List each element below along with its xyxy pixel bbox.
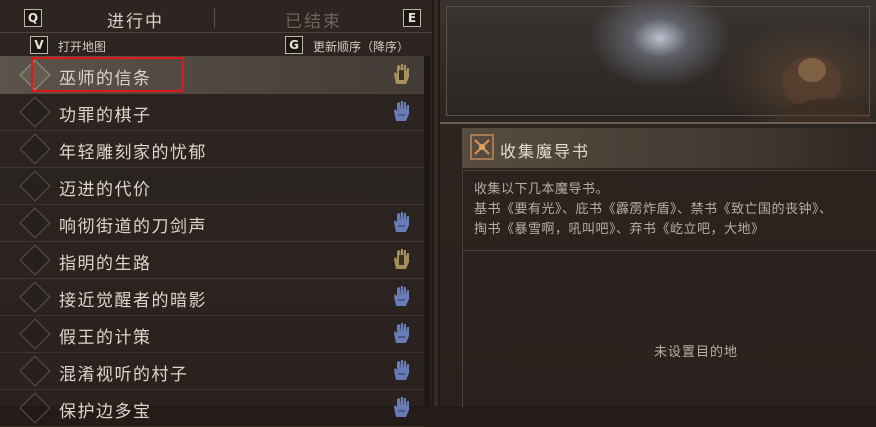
quest-name: 年轻雕刻家的忧郁: [59, 143, 207, 163]
quest-list-item[interactable]: 指明的生路: [0, 241, 424, 279]
banner-frame: [446, 6, 870, 116]
quest-list-item[interactable]: 迈进的代价: [0, 167, 424, 205]
quest-name: 功罪的棋子: [59, 106, 152, 126]
quest-list-item[interactable]: 年轻雕刻家的忧郁: [0, 130, 424, 168]
quest-name: 混淆视听的村子: [59, 365, 189, 385]
open-map-label[interactable]: 打开地图: [58, 38, 106, 55]
hand-crest-icon: [394, 64, 409, 84]
panel-divider: [432, 0, 440, 406]
sort-label[interactable]: 更新顺序（降序）: [313, 38, 409, 55]
quest-name: 巫师的信条: [59, 69, 152, 89]
quest-tabs: Q 进行中 已结束 E: [0, 4, 432, 32]
quest-description-line-2: 基书《要有光》、庇书《霹雳炸盾》、禁书《致亡国的丧钟》、: [474, 202, 833, 217]
quest-marker-diamond: [19, 392, 51, 424]
tab-completed[interactable]: 已结束: [285, 7, 342, 32]
no-destination-text: 未设置目的地: [654, 345, 739, 360]
list-scrollbar[interactable]: [424, 56, 430, 406]
quest-marker-diamond: [19, 59, 51, 91]
description-divider: [462, 250, 876, 251]
quest-name: 迈进的代价: [59, 180, 152, 200]
list-toolbar: V 打开地图 G 更新顺序（降序）: [0, 32, 432, 57]
blue-hand-icon: [394, 212, 409, 232]
prev-tab-key[interactable]: Q: [24, 9, 42, 27]
open-map-key[interactable]: V: [30, 36, 48, 54]
sort-key[interactable]: G: [285, 36, 303, 54]
quest-marker-diamond: [19, 170, 51, 202]
tab-in-progress[interactable]: 进行中: [107, 7, 164, 32]
blue-hand-icon: [394, 397, 409, 417]
quest-marker-diamond: [19, 244, 51, 276]
quest-name: 保护边多宝: [59, 402, 152, 422]
quest-marker-diamond: [19, 318, 51, 350]
quest-list-item[interactable]: 保护边多宝: [0, 389, 424, 427]
quest-marker-diamond: [19, 96, 51, 128]
quest-list-item[interactable]: 混淆视听的村子: [0, 352, 424, 390]
quest-list-item[interactable]: 假王的计策: [0, 315, 424, 353]
tab-separator: [214, 8, 215, 28]
quest-name: 接近觉醒者的暗影: [59, 291, 207, 311]
quest-name: 响彻街道的刀剑声: [59, 217, 207, 237]
blue-hand-icon: [394, 360, 409, 380]
quest-list-item[interactable]: 接近觉醒者的暗影: [0, 278, 424, 316]
quest-category-icon: [470, 134, 494, 160]
next-tab-key[interactable]: E: [403, 9, 421, 27]
blue-hand-icon: [394, 323, 409, 343]
quest-marker-diamond: [19, 133, 51, 165]
blue-hand-icon: [394, 101, 409, 121]
quest-list-item[interactable]: 巫师的信条: [0, 56, 424, 94]
quest-list-item[interactable]: 响彻街道的刀剑声: [0, 204, 424, 242]
quest-description-line-3: 掏书《暴雪啊，吼叫吧》、弃书《屹立吧，大地》: [474, 222, 765, 237]
quest-marker-diamond: [19, 281, 51, 313]
quest-marker-diamond: [19, 207, 51, 239]
quest-list-item[interactable]: 功罪的棋子: [0, 93, 424, 131]
quest-description-line-1: 收集以下几本魔导书。: [474, 182, 610, 197]
blue-hand-icon: [394, 286, 409, 306]
hand-crest-icon: [394, 249, 409, 269]
quest-marker-diamond: [19, 355, 51, 387]
quest-title: 收集魔导书: [500, 142, 591, 161]
quest-name: 假王的计策: [59, 328, 152, 348]
quest-name: 指明的生路: [59, 254, 152, 274]
